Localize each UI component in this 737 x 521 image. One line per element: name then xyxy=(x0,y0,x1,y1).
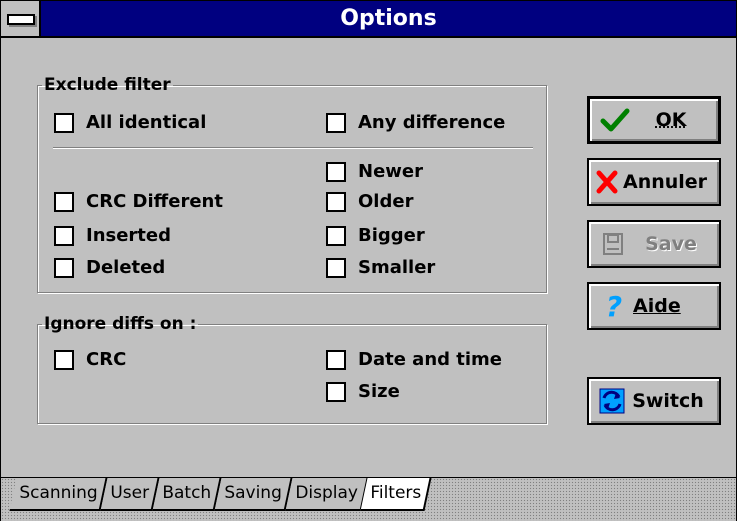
date-and-time-label: Date and time xyxy=(358,349,503,370)
tab-user[interactable]: User xyxy=(100,478,160,511)
all-identical-label: All identical xyxy=(86,112,207,133)
tab-filters[interactable]: Filters xyxy=(360,478,432,511)
checkbox-box xyxy=(54,112,74,133)
bigger-checkbox[interactable]: Bigger xyxy=(326,225,425,246)
help-label: Aide xyxy=(633,295,681,317)
older-label: Older xyxy=(358,191,414,212)
any-difference-checkbox[interactable]: Any difference xyxy=(326,112,505,133)
checkmark-icon xyxy=(598,105,632,135)
tab-strip: Scanning User Batch Saving Display Filte… xyxy=(1,477,736,521)
tab-display[interactable]: Display xyxy=(285,478,368,511)
tab-saving[interactable]: Saving xyxy=(214,478,293,511)
save-button[interactable]: Save xyxy=(587,220,721,268)
checkbox-box xyxy=(54,191,74,212)
older-checkbox[interactable]: Older xyxy=(326,191,413,212)
date-and-time-checkbox[interactable]: Date and time xyxy=(326,349,502,370)
checkbox-box xyxy=(54,225,74,246)
checkbox-box xyxy=(326,225,346,246)
smaller-label: Smaller xyxy=(358,257,436,278)
filter-separator xyxy=(53,147,533,149)
switch-button[interactable]: Switch xyxy=(587,377,721,425)
exclude-filter-legend: Exclude filter xyxy=(44,75,171,95)
all-identical-checkbox[interactable]: All identical xyxy=(54,112,206,133)
swap-arrows-icon xyxy=(599,386,625,416)
ok-button[interactable]: OK xyxy=(587,96,721,144)
deleted-checkbox[interactable]: Deleted xyxy=(54,257,165,278)
size-checkbox[interactable]: Size xyxy=(326,381,400,402)
inserted-label: Inserted xyxy=(86,225,172,246)
switch-label: Switch xyxy=(632,390,704,412)
system-menu-button[interactable] xyxy=(1,1,41,36)
tab-label: Batch xyxy=(162,483,212,503)
bigger-label: Bigger xyxy=(358,225,425,246)
options-dialog: Options Exclude filter All identical Any… xyxy=(0,0,737,521)
tab-list: Scanning User Batch Saving Display Filte… xyxy=(9,478,432,511)
deleted-label: Deleted xyxy=(86,257,166,278)
cancel-button[interactable]: Annuler xyxy=(587,158,721,206)
crc-label: CRC xyxy=(86,349,127,370)
help-button[interactable]: ? Aide xyxy=(587,282,721,330)
crc-different-label: CRC Different xyxy=(86,191,223,212)
save-label: Save xyxy=(645,233,697,255)
title-bar: Options xyxy=(1,1,736,38)
crc-checkbox[interactable]: CRC xyxy=(54,349,126,370)
crc-different-checkbox[interactable]: CRC Different xyxy=(54,191,223,212)
tab-label: Display xyxy=(294,483,358,503)
window-title: Options xyxy=(340,6,437,31)
checkbox-box xyxy=(326,161,346,182)
tab-batch[interactable]: Batch xyxy=(152,478,222,511)
any-difference-label: Any difference xyxy=(358,112,506,133)
red-x-icon xyxy=(595,167,619,197)
newer-checkbox[interactable]: Newer xyxy=(326,161,423,182)
ignore-diffs-legend: Ignore diffs on : xyxy=(44,314,197,334)
checkbox-box xyxy=(326,381,346,402)
checkbox-box xyxy=(326,112,346,133)
minus-bar-icon xyxy=(7,14,35,25)
ok-label: OK xyxy=(655,109,687,131)
checkbox-box xyxy=(54,257,74,278)
floppy-disk-icon xyxy=(597,229,631,259)
cancel-label: Annuler xyxy=(623,171,708,193)
newer-label: Newer xyxy=(358,161,423,182)
tab-label: User xyxy=(110,483,150,503)
tab-label: Filters xyxy=(370,483,422,503)
size-label: Size xyxy=(358,381,400,402)
checkbox-box xyxy=(326,191,346,212)
smaller-checkbox[interactable]: Smaller xyxy=(326,257,435,278)
tab-label: Scanning xyxy=(19,483,98,503)
tab-label: Saving xyxy=(224,483,282,503)
checkbox-box xyxy=(326,349,346,370)
checkbox-box xyxy=(54,349,74,370)
checkbox-box xyxy=(326,257,346,278)
inserted-checkbox[interactable]: Inserted xyxy=(54,225,171,246)
question-mark-icon: ? xyxy=(605,289,623,323)
tab-scanning[interactable]: Scanning xyxy=(9,478,108,511)
